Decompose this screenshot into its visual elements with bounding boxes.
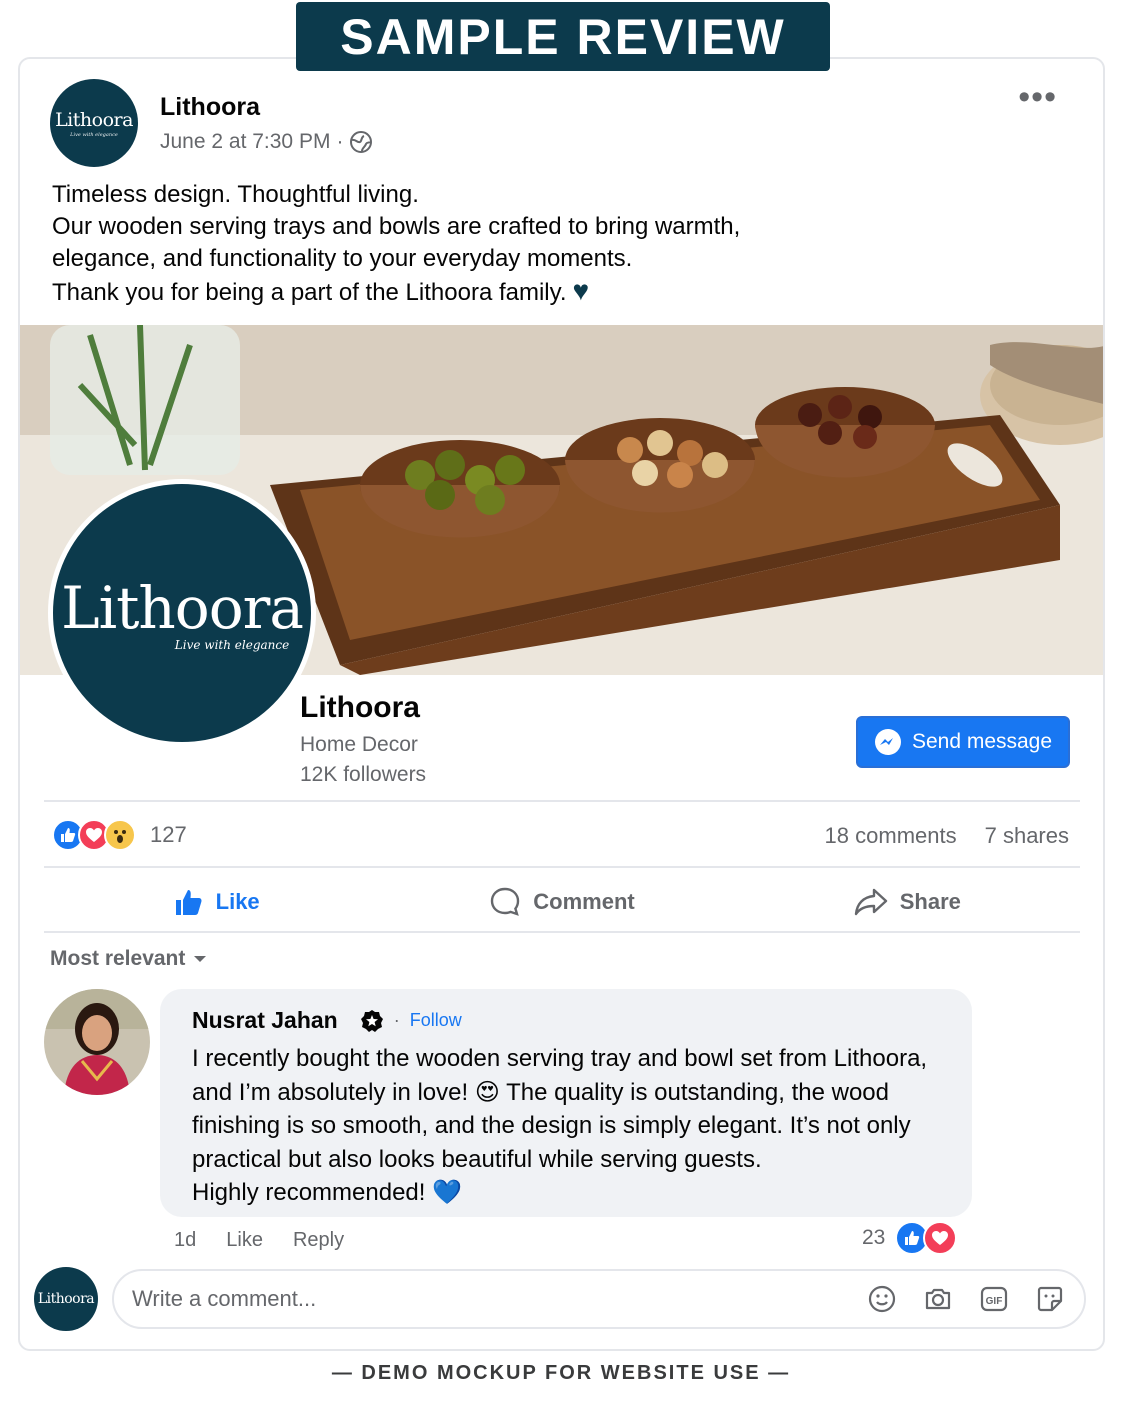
comment-button[interactable]: Comment <box>389 871 734 933</box>
camera-icon[interactable] <box>922 1283 954 1315</box>
post-line: Thank you for being a part of the Lithoo… <box>52 275 740 309</box>
share-icon <box>854 888 887 916</box>
shares-count[interactable]: 7 shares <box>985 823 1069 849</box>
comment-line-text: and I’m absolutely in love! <box>192 1078 469 1106</box>
author-avatar[interactable]: Lithoora Live with elegance <box>50 79 138 167</box>
composer-logo-text: Lithoora <box>37 1291 95 1307</box>
gif-icon[interactable]: GIF <box>978 1283 1010 1315</box>
post-line: Timeless design. Thoughtful living. <box>52 181 419 208</box>
comment-line: practical but also looks beautiful while… <box>192 1145 762 1173</box>
comment-like-button[interactable]: Like <box>226 1229 263 1252</box>
follow-separator: · <box>393 1010 400 1030</box>
love-reaction-icon <box>923 1221 958 1255</box>
comment-reply-button[interactable]: Reply <box>293 1229 344 1252</box>
comment-text: I recently bought the wooden serving tra… <box>192 1042 940 1210</box>
post-line-text: Thank you for being a part of the Lithoo… <box>52 279 567 306</box>
author-block: Lithoora June 2 at 7:30 PM · <box>160 93 373 154</box>
wow-reaction-icon <box>104 819 136 851</box>
share-button[interactable]: Share <box>735 871 1080 933</box>
avatar-logo-text: Lithoora <box>55 108 133 131</box>
composer-icons: GIF <box>866 1283 1066 1315</box>
comment-line: I recently bought the wooden serving tra… <box>192 1045 928 1072</box>
comment-header: Nusrat Jahan · Follow <box>192 1007 940 1034</box>
commenter-photo <box>44 989 150 1095</box>
thumbs-up-icon <box>175 890 202 915</box>
post-meta: June 2 at 7:30 PM · <box>160 130 373 154</box>
comment-bubble: Nusrat Jahan · Follow I recently bought … <box>160 989 972 1217</box>
sticker-icon[interactable] <box>1034 1283 1066 1315</box>
comments-count[interactable]: 18 comments <box>825 823 957 849</box>
post-text: Timeless design. Thoughtful living. Our … <box>52 179 740 309</box>
profile-logo-text: Lithoora <box>61 574 304 642</box>
page-info: Lithoora Home Decor 12K followers <box>300 691 426 787</box>
page-name[interactable]: Lithoora <box>300 691 426 725</box>
post-header: Lithoora Live with elegance Lithoora Jun… <box>50 79 373 167</box>
follow-link[interactable]: Follow <box>410 1010 462 1031</box>
comment-sort-dropdown[interactable]: Most relevant <box>50 947 207 971</box>
divider <box>44 866 1080 868</box>
comment-line: and I’m absolutely in love! 😍 The qualit… <box>192 1076 940 1110</box>
emoji-icon[interactable] <box>866 1283 898 1315</box>
reaction-summary[interactable]: 127 <box>52 819 187 851</box>
post-stats: 18 comments 7 shares <box>825 823 1069 849</box>
comment-label: Comment <box>533 889 635 914</box>
caret-down-icon <box>194 956 207 962</box>
share-label: Share <box>899 889 961 914</box>
comment-time[interactable]: 1d <box>174 1229 196 1252</box>
page-followers[interactable]: 12K followers <box>300 763 426 787</box>
like-button[interactable]: Like <box>44 871 389 933</box>
comment-line-text: The quality is outstanding, the wood <box>506 1078 890 1106</box>
commenter-avatar[interactable] <box>44 989 150 1095</box>
post-date[interactable]: June 2 at 7:30 PM <box>160 130 330 154</box>
post-actions: Like Comment Share <box>44 871 1080 933</box>
like-label: Like <box>215 889 260 914</box>
comment-composer: Lithoora GIF <box>34 1267 1086 1331</box>
messenger-icon <box>874 729 901 755</box>
heart-icon: ♥ <box>572 275 590 306</box>
avatar-logo-tagline: Live with elegance <box>70 131 118 138</box>
divider <box>44 800 1080 802</box>
post-author-name[interactable]: Lithoora <box>160 93 373 122</box>
divider <box>44 931 1080 933</box>
send-message-button[interactable]: Send message <box>856 716 1070 768</box>
more-options-button[interactable]: ••• <box>1018 80 1057 114</box>
demo-footer-note: — DEMO MOCKUP FOR WEBSITE USE — <box>331 1362 791 1384</box>
page-profile-avatar[interactable]: Lithoora Live with elegance <box>48 479 316 747</box>
comment-footer: 1d Like Reply <box>174 1229 344 1252</box>
blue-heart-icon: 💙 <box>432 1179 462 1206</box>
comment-icon <box>491 887 520 916</box>
globe-icon <box>350 130 373 153</box>
comment-line-text: Highly recommended! <box>192 1179 426 1206</box>
meta-separator: · <box>336 129 344 153</box>
sample-review-banner: SAMPLE REVIEW <box>296 2 830 71</box>
page-category: Home Decor <box>300 733 418 756</box>
comment-line: finishing is so smooth, and the design i… <box>192 1112 911 1139</box>
comment-input[interactable] <box>132 1286 866 1312</box>
post-card: Lithoora Live with elegance Lithoora Jun… <box>18 57 1105 1351</box>
comment-reaction-count: 23 <box>862 1226 886 1249</box>
send-message-label: Send message <box>911 730 1053 753</box>
comment-reactions[interactable]: 23 <box>862 1221 958 1255</box>
post-line: elegance, and functionality to your ever… <box>52 245 633 272</box>
profile-logo-tagline: Live with elegance <box>174 638 290 652</box>
post-line: Our wooden serving trays and bowls are c… <box>52 213 741 240</box>
svg-text:GIF: GIF <box>986 1296 1003 1307</box>
heart-eyes-emoji-icon: 😍 <box>474 1078 500 1106</box>
composer-avatar[interactable]: Lithoora <box>34 1267 98 1331</box>
top-fan-badge-icon <box>360 1009 383 1032</box>
comment-input-box[interactable]: GIF <box>112 1269 1086 1329</box>
commenter-name[interactable]: Nusrat Jahan <box>192 1007 338 1034</box>
comment-line: Highly recommended! 💙 <box>192 1176 940 1210</box>
reaction-count: 127 <box>150 822 187 847</box>
sort-label: Most relevant <box>50 947 186 970</box>
